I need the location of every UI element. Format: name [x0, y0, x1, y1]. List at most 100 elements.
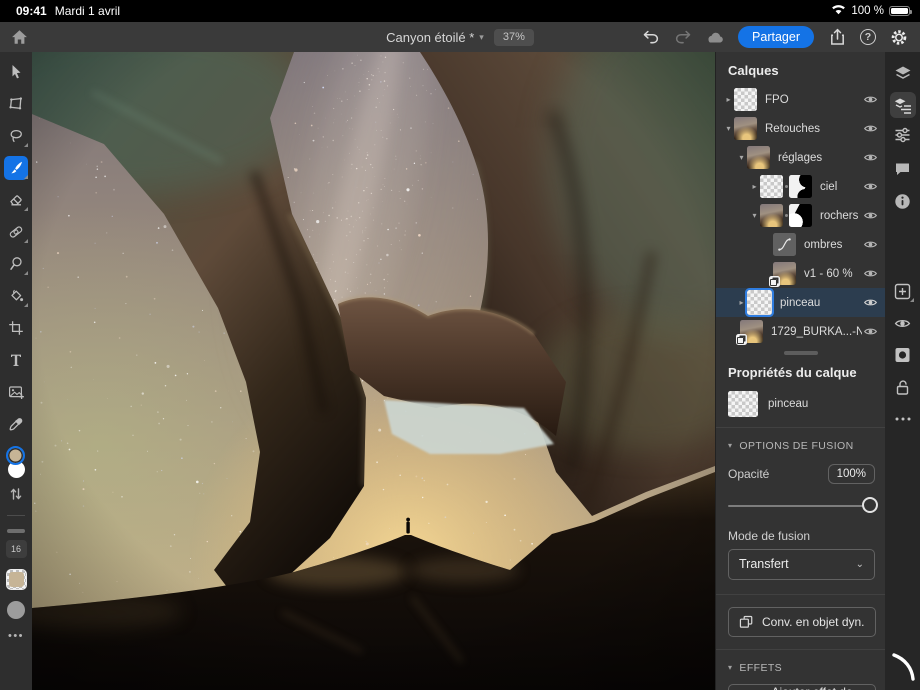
layers-icon[interactable] — [890, 60, 916, 86]
blend-options-section-header[interactable]: ▾ OPTIONS DE FUSION — [716, 428, 885, 456]
layer-row-pinceau-selected[interactable]: ▸ pinceau — [716, 288, 885, 317]
opacity-value-field[interactable]: 100% — [828, 464, 875, 484]
add-layer-effect-button[interactable]: fx Ajouter effet de calque — [728, 684, 876, 690]
visibility-eye-icon[interactable] — [862, 294, 879, 311]
layer-mask-thumbnail — [789, 175, 812, 198]
comment-icon[interactable] — [890, 156, 916, 182]
battery-icon — [889, 6, 910, 16]
expander-icon[interactable]: ▸ — [723, 95, 734, 104]
visibility-eye-icon[interactable] — [862, 323, 879, 340]
home-button[interactable] — [10, 28, 28, 46]
help-button[interactable]: ? — [860, 29, 876, 45]
toolbar-divider — [7, 515, 25, 516]
layer-visibility-icon[interactable] — [890, 310, 916, 336]
layer-row-1729-burka[interactable]: 1729_BURKA...-NR33 — [716, 317, 885, 346]
properties-layer-thumbnail — [728, 391, 758, 417]
color-well[interactable] — [4, 446, 28, 482]
layer-row-ombres[interactable]: ombres — [716, 230, 885, 259]
layer-mask-icon[interactable] — [890, 342, 916, 368]
canvas[interactable] — [32, 52, 715, 690]
redo-button[interactable] — [674, 28, 692, 46]
canvas-image — [32, 52, 715, 690]
layer-thumbnail — [734, 88, 757, 111]
export-icon[interactable] — [828, 28, 846, 46]
status-bar: 09:41 Mardi 1 avril 100 % — [0, 0, 920, 22]
transform-tool[interactable] — [0, 88, 32, 120]
panel-drag-handle[interactable] — [784, 351, 818, 355]
layer-row-ciel[interactable]: ▸ ciel — [716, 172, 885, 201]
opacity-slider-track[interactable] — [728, 505, 871, 507]
expander-icon[interactable]: ▾ — [723, 124, 734, 133]
layer-thumbnail — [747, 146, 770, 169]
type-tool[interactable] — [0, 344, 32, 376]
brush-tool[interactable] — [0, 152, 32, 184]
visibility-eye-icon[interactable] — [862, 265, 879, 282]
battery-percent: 100 % — [851, 5, 884, 17]
convert-smart-object-button[interactable]: Conv. en objet dyn. — [728, 607, 876, 637]
status-date: Mardi 1 avril — [55, 4, 120, 18]
expander-icon[interactable]: ▾ — [749, 211, 760, 220]
eraser-tool[interactable] — [0, 184, 32, 216]
lock-icon[interactable] — [890, 374, 916, 400]
layer-mask-thumbnail — [789, 204, 812, 227]
layer-row-fpo[interactable]: ▸ FPO — [716, 85, 885, 114]
tool-options-handle[interactable] — [7, 529, 25, 533]
place-photo-tool[interactable] — [0, 376, 32, 408]
settings-gear-icon[interactable] — [890, 28, 908, 46]
healing-brush-tool[interactable] — [0, 216, 32, 248]
layer-row-retouches[interactable]: ▾ Retouches — [716, 114, 885, 143]
add-layer-icon[interactable] — [890, 278, 916, 304]
visibility-eye-icon[interactable] — [862, 120, 879, 137]
more-options-icon[interactable] — [890, 406, 916, 432]
opacity-slider-knob[interactable] — [862, 497, 878, 513]
wifi-icon — [831, 4, 846, 18]
cloud-sync-icon[interactable] — [706, 28, 724, 46]
layer-row-v1[interactable]: v1 - 60 % — [716, 259, 885, 288]
chevron-down-icon: ▾ — [728, 663, 732, 672]
expander-icon[interactable]: ▸ — [749, 182, 760, 191]
blend-mode-label: Mode de fusion — [716, 519, 885, 549]
app-toolbar: Canyon étoilé *▾ 37% Partager ? — [0, 22, 920, 52]
move-tool[interactable] — [0, 56, 32, 88]
adjustments-icon[interactable] — [890, 122, 916, 148]
more-tool-options-button[interactable]: ••• — [8, 630, 24, 642]
zoom-level-badge[interactable]: 37% — [494, 29, 534, 46]
crop-tool[interactable] — [0, 312, 32, 344]
status-time: 09:41 — [16, 4, 47, 18]
document-title[interactable]: Canyon étoilé *▾ — [386, 30, 484, 45]
chevron-down-icon: ⌄ — [856, 559, 864, 570]
share-button[interactable]: Partager — [738, 26, 814, 48]
blend-mode-dropdown[interactable]: Transfert ⌄ — [728, 549, 875, 580]
panel-taskbar — [885, 52, 920, 690]
foreground-color-swatch[interactable] — [6, 446, 25, 465]
expander-icon[interactable]: ▾ — [736, 153, 747, 162]
expander-icon[interactable]: ▸ — [736, 298, 747, 307]
visibility-eye-icon[interactable] — [862, 178, 879, 195]
corner-gesture-indicator — [891, 652, 917, 687]
layer-row-rochers[interactable]: ▾ rochers — [716, 201, 885, 230]
layers-panel: Calques ▸ FPO ▾ Retouches ▾ réglages ▸ c… — [715, 52, 885, 690]
layer-thumbnail — [747, 290, 772, 315]
undo-button[interactable] — [642, 28, 660, 46]
layer-properties-icon[interactable] — [890, 92, 916, 118]
visibility-eye-icon[interactable] — [862, 91, 879, 108]
brush-color-chip[interactable] — [6, 569, 27, 590]
visibility-eye-icon[interactable] — [862, 236, 879, 253]
layer-row-reglages[interactable]: ▾ réglages — [716, 143, 885, 172]
brush-opacity-control[interactable] — [7, 601, 25, 619]
lasso-tool[interactable] — [0, 120, 32, 152]
eyedropper-tool[interactable] — [0, 408, 32, 440]
smart-object-badge-icon — [736, 334, 747, 345]
dodge-tool[interactable] — [0, 248, 32, 280]
layer-thumbnail — [734, 117, 757, 140]
info-icon[interactable] — [890, 188, 916, 214]
brush-size-value[interactable]: 16 — [6, 540, 27, 558]
opacity-slider[interactable] — [728, 497, 871, 515]
visibility-eye-icon[interactable] — [862, 149, 879, 166]
fill-tool[interactable] — [0, 280, 32, 312]
swap-colors-button[interactable] — [0, 482, 32, 506]
properties-layer-row: pinceau — [716, 387, 885, 427]
visibility-eye-icon[interactable] — [862, 207, 879, 224]
effects-section-header[interactable]: ▾ EFFETS — [716, 650, 885, 678]
chevron-down-icon: ▾ — [479, 32, 484, 43]
